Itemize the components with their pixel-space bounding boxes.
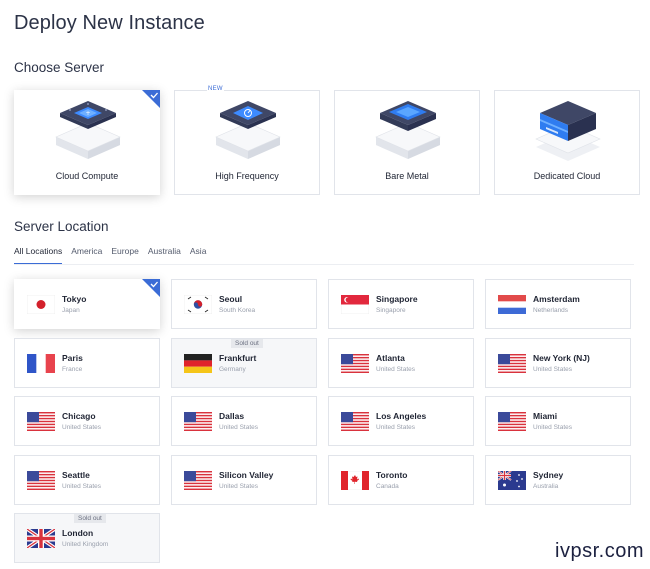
location-city: Chicago: [62, 411, 96, 421]
flag-fr-icon: [27, 353, 55, 373]
flag-gb-icon: [27, 529, 55, 548]
flag-us-icon: [341, 412, 369, 431]
location-country: United States: [219, 482, 259, 490]
location-city: Amsterdam: [533, 294, 580, 304]
tab-america[interactable]: America: [71, 246, 102, 264]
location-city: Paris: [62, 352, 83, 363]
tabs-divider: [14, 264, 634, 265]
location-city: Frankfurt: [219, 352, 257, 363]
location-card-dallas[interactable]: Dallas United States: [171, 396, 317, 446]
choose-server-title: Choose Server: [14, 60, 105, 75]
flag-au-icon: [498, 470, 526, 490]
location-country: United Kingdom: [62, 541, 109, 548]
location-country: United States: [533, 424, 573, 431]
selected-check-icon: [142, 279, 160, 297]
location-card-chicago[interactable]: Chicago United States: [14, 396, 160, 446]
location-card-seattle[interactable]: Seattle United States: [14, 454, 160, 505]
location-country: Germany: [219, 365, 246, 373]
flag-us-icon: [27, 470, 55, 490]
location-city: Tokyo: [62, 294, 87, 304]
location-city: Seattle: [62, 469, 90, 480]
location-card-amsterdam[interactable]: Amsterdam Netherlands: [485, 279, 631, 329]
tab-all-locations[interactable]: All Locations: [14, 246, 63, 264]
server-card-cloud-compute[interactable]: + Cloud Compute: [14, 90, 160, 195]
flag-sg-icon: [341, 295, 369, 314]
watermark: ivpsr.com: [555, 540, 644, 562]
location-city: Seoul: [219, 294, 243, 304]
location-country: Netherlands: [533, 307, 569, 314]
location-city: Atlanta: [376, 352, 405, 363]
location-city: Miami: [533, 411, 558, 421]
flag-nl-icon: [498, 295, 526, 314]
location-country: United States: [533, 365, 573, 373]
flag-us-icon: [27, 412, 55, 431]
bare-metal-illustration: [375, 101, 441, 159]
location-card-paris[interactable]: Paris France: [14, 337, 160, 388]
tab-europe[interactable]: Europe: [111, 246, 138, 264]
location-card-sydney[interactable]: Sydney Australia: [485, 454, 631, 505]
location-tabs: All Locations America Europe Australia A…: [14, 246, 215, 264]
selected-check-icon: [142, 90, 160, 108]
location-card-london[interactable]: London United Kingdom Sold out: [14, 513, 160, 563]
location-card-seoul[interactable]: Seoul South Korea: [171, 279, 317, 329]
location-city: Singapore: [376, 294, 418, 304]
cloud-compute-illustration: +: [55, 101, 121, 159]
flag-us-icon: [341, 353, 369, 373]
flag-us-icon: [498, 412, 526, 431]
location-card-silicon-valley[interactable]: Silicon Valley United States: [171, 454, 317, 505]
location-city: Los Angeles: [376, 411, 427, 421]
location-card-atlanta[interactable]: Atlanta United States: [328, 337, 474, 388]
flag-de-icon: [184, 353, 212, 373]
new-badge: NEW: [207, 86, 224, 92]
flag-us-icon: [184, 470, 212, 490]
flag-ca-icon: [341, 470, 369, 490]
server-card-label: Dedicated Cloud: [533, 171, 601, 181]
tab-australia[interactable]: Australia: [148, 246, 181, 264]
flag-jp-icon: [27, 295, 55, 314]
flag-us-icon: [498, 353, 526, 373]
location-country: Canada: [376, 482, 399, 490]
server-card-bare-metal[interactable]: Bare Metal: [334, 90, 480, 195]
server-card-high-frequency[interactable]: NEW High Frequency: [174, 86, 320, 195]
location-country: United States: [376, 365, 416, 373]
tab-asia[interactable]: Asia: [190, 246, 207, 264]
location-card-new-york-nj[interactable]: New York (NJ) United States: [485, 337, 631, 388]
location-card-tokyo[interactable]: Tokyo Japan: [14, 279, 160, 329]
location-city: London: [62, 528, 94, 538]
location-card-frankfurt[interactable]: Frankfurt Germany Sold out: [171, 337, 317, 388]
location-card-miami[interactable]: Miami United States: [485, 396, 631, 446]
server-card-dedicated-cloud[interactable]: Dedicated Cloud: [494, 90, 640, 195]
location-country: United States: [62, 424, 102, 431]
server-card-label: High Frequency: [215, 171, 279, 181]
location-country: United States: [376, 424, 416, 431]
high-frequency-illustration: [215, 101, 281, 159]
location-country: United States: [219, 424, 259, 431]
location-city: Silicon Valley: [219, 469, 274, 480]
sold-out-badge: Sold out: [74, 514, 106, 523]
sold-out-badge: Sold out: [231, 338, 263, 348]
location-card-los-angeles[interactable]: Los Angeles United States: [328, 396, 474, 446]
location-country: Australia: [533, 482, 559, 490]
dedicated-cloud-illustration: [535, 101, 601, 161]
server-type-cards: + Cloud Compute NEW High Frequency Bare …: [14, 86, 640, 195]
location-country: United States: [62, 482, 102, 490]
location-city: Dallas: [219, 411, 245, 421]
server-location-title: Server Location: [14, 219, 109, 234]
server-card-label: Cloud Compute: [55, 171, 119, 181]
location-country: France: [62, 365, 83, 373]
location-country: Singapore: [376, 307, 406, 314]
location-country: Japan: [62, 307, 80, 314]
page-title: Deploy New Instance: [14, 12, 205, 34]
flag-us-icon: [184, 412, 212, 431]
server-card-label: Bare Metal: [385, 171, 429, 181]
svg-text:+: +: [86, 110, 91, 117]
location-city: New York (NJ): [533, 352, 590, 363]
location-city: Toronto: [376, 469, 408, 480]
location-country: South Korea: [219, 307, 256, 314]
location-card-singapore[interactable]: Singapore Singapore: [328, 279, 474, 329]
flag-kr-icon: [184, 295, 212, 314]
location-city: Sydney: [533, 469, 564, 480]
location-card-toronto[interactable]: Toronto Canada: [328, 454, 474, 505]
